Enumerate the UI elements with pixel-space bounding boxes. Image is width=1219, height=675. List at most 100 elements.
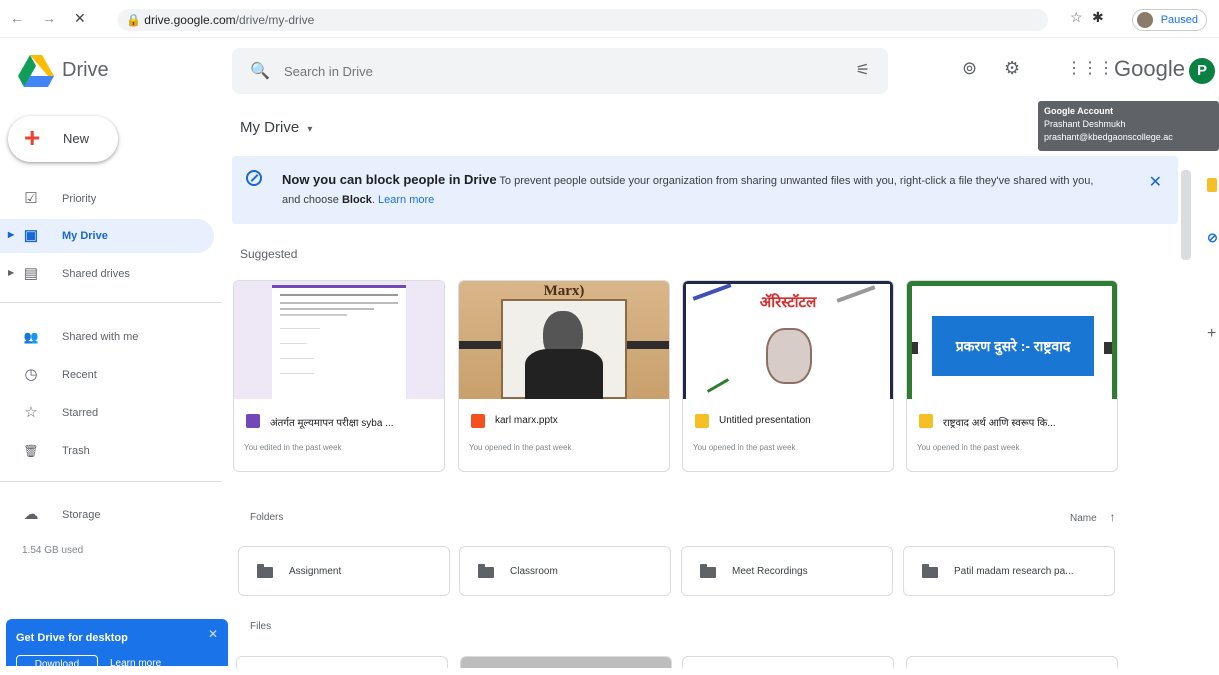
powerpoint-icon bbox=[471, 414, 485, 428]
suggested-file-card[interactable]: प्रकरण दुसरे :- राष्ट्रवाद राष्ट्रवाद अर… bbox=[906, 280, 1118, 472]
tasks-app-icon[interactable]: ⊘ bbox=[1207, 230, 1218, 246]
folders-heading: Folders bbox=[250, 512, 284, 523]
file-card[interactable] bbox=[682, 656, 894, 668]
sidebar-item-storage[interactable]: ☁ Storage bbox=[0, 498, 214, 532]
keep-app-icon[interactable] bbox=[1207, 178, 1217, 192]
google-logo: Google bbox=[1114, 56, 1185, 81]
sidebar-item-priority[interactable]: ☑ Priority bbox=[0, 182, 214, 216]
sidebar-item-label: Shared with me bbox=[62, 331, 139, 343]
new-button-label: New bbox=[63, 131, 90, 146]
search-icon[interactable]: 🔍 bbox=[250, 61, 270, 81]
search-bar[interactable]: 🔍 ⚟ bbox=[232, 48, 888, 94]
folder-name: Patil madam research pa... bbox=[954, 566, 1074, 577]
suggested-file-card[interactable]: अंतर्गत मूल्यमापन परीक्षा syba ... You e… bbox=[233, 280, 445, 472]
sort-control[interactable]: Name ↑ bbox=[1070, 510, 1115, 524]
sidebar-item-label: Trash bbox=[62, 445, 90, 457]
forward-icon[interactable]: → bbox=[42, 10, 56, 26]
star-icon: ☆ bbox=[24, 404, 38, 421]
slide-title: Marx) bbox=[543, 283, 585, 299]
file-name: karl marx.pptx bbox=[495, 415, 558, 426]
tooltip-title: Google Account bbox=[1044, 106, 1114, 116]
promo-title: Get Drive for desktop bbox=[16, 632, 128, 644]
file-thumbnail bbox=[234, 281, 444, 399]
stop-icon[interactable]: ✕ bbox=[74, 10, 86, 27]
trash-icon: 🗑 bbox=[23, 444, 39, 458]
search-options-icon[interactable]: ⚟ bbox=[856, 60, 870, 80]
suggested-file-card[interactable]: Marx) karl marx.pptx You opened in the p… bbox=[458, 280, 670, 472]
plus-icon: + bbox=[24, 122, 41, 153]
folder-icon bbox=[922, 564, 938, 578]
browser-toolbar: ← → ✕ 🔒 drive.google.com/drive/my-drive … bbox=[0, 0, 1219, 38]
folder-card[interactable]: Assignment bbox=[238, 546, 450, 596]
folder-name: Classroom bbox=[510, 566, 558, 577]
folder-card[interactable]: Classroom bbox=[459, 546, 671, 596]
url-host: drive.google.com bbox=[144, 13, 236, 27]
folder-name: Meet Recordings bbox=[732, 566, 808, 577]
url-path: /drive/my-drive bbox=[235, 13, 315, 27]
sidebar-item-label: Starred bbox=[62, 407, 99, 419]
new-button[interactable]: + New bbox=[8, 116, 118, 162]
banner-learn-more-link[interactable]: Learn more bbox=[378, 194, 434, 206]
file-name: अंतर्गत मूल्यमापन परीक्षा syba ... bbox=[270, 418, 394, 429]
sidebar-item-recent[interactable]: ◷ Recent bbox=[0, 358, 214, 392]
apps-grid-icon[interactable]: ⋮⋮⋮ bbox=[1066, 58, 1114, 78]
files-heading: Files bbox=[250, 621, 272, 632]
file-activity: You edited in the past week bbox=[244, 443, 342, 452]
storage-used-text: 1.54 GB used bbox=[22, 545, 84, 556]
sidebar-item-shared-drives[interactable]: ▶ ▤ Shared drives bbox=[0, 257, 214, 291]
shared-with-me-icon: 👥 bbox=[23, 330, 39, 344]
download-button[interactable]: Download bbox=[16, 655, 98, 675]
address-bar[interactable]: 🔒 drive.google.com/drive/my-drive bbox=[118, 9, 1048, 31]
settings-gear-icon[interactable]: ⚙ bbox=[1004, 58, 1020, 79]
expand-caret-icon[interactable]: ▶ bbox=[8, 230, 14, 239]
file-card[interactable] bbox=[906, 656, 1118, 668]
folder-icon bbox=[257, 564, 273, 578]
file-card[interactable] bbox=[236, 656, 448, 668]
file-name: राष्ट्रवाद अर्थ आणि स्वरूप कि... bbox=[943, 418, 1056, 429]
search-input[interactable] bbox=[284, 60, 824, 82]
close-icon[interactable]: ✕ bbox=[1149, 172, 1162, 192]
file-activity: You opened in the past week bbox=[693, 443, 796, 452]
suggested-file-card[interactable]: ॲरिस्टॉटल Untitled presentation You open… bbox=[682, 280, 894, 472]
sidebar-divider bbox=[0, 481, 222, 482]
learn-more-link[interactable]: Learn more bbox=[110, 658, 161, 669]
back-icon[interactable]: ← bbox=[10, 10, 24, 26]
expand-caret-icon[interactable]: ▶ bbox=[8, 268, 14, 277]
sidebar-divider bbox=[0, 302, 222, 303]
google-slides-icon bbox=[919, 414, 933, 428]
suggested-heading: Suggested bbox=[240, 247, 298, 261]
account-avatar[interactable]: P bbox=[1189, 58, 1215, 84]
sidebar-item-trash[interactable]: 🗑 Trash bbox=[0, 434, 214, 468]
sidebar-item-label: Shared drives bbox=[62, 268, 130, 280]
folder-card[interactable]: Meet Recordings bbox=[681, 546, 893, 596]
bust-illustration bbox=[766, 328, 812, 384]
sidebar-item-starred[interactable]: ☆ Starred bbox=[0, 396, 214, 430]
browser-profile-button[interactable]: Paused bbox=[1131, 9, 1207, 31]
folder-icon bbox=[700, 564, 716, 578]
bookmark-star-icon[interactable]: ☆ bbox=[1070, 9, 1083, 26]
sidebar-item-shared-with-me[interactable]: 👥 Shared with me bbox=[0, 320, 214, 354]
form-preview bbox=[272, 285, 406, 399]
drive-logo-icon[interactable] bbox=[18, 55, 54, 87]
profile-status: Paused bbox=[1160, 14, 1198, 26]
folder-card[interactable]: Patil madam research pa... bbox=[903, 546, 1115, 596]
folder-name: Assignment bbox=[289, 566, 342, 577]
cloud-icon: ☁ bbox=[23, 506, 39, 523]
help-icon[interactable]: ⊚ bbox=[962, 58, 977, 79]
tooltip-name: Prashant Deshmukh bbox=[1044, 119, 1126, 129]
page-title[interactable]: My Drive ▾ bbox=[240, 119, 312, 136]
file-card[interactable] bbox=[460, 656, 672, 668]
lock-icon: 🔒 bbox=[126, 13, 145, 27]
file-thumbnail: ॲरिस्टॉटल bbox=[683, 281, 893, 399]
extensions-icon[interactable]: ✱ bbox=[1092, 9, 1104, 26]
file-thumbnail: प्रकरण दुसरे :- राष्ट्रवाद bbox=[907, 281, 1117, 399]
folder-icon bbox=[478, 564, 494, 578]
add-addon-icon[interactable]: + bbox=[1207, 325, 1216, 343]
sort-arrow-up-icon[interactable]: ↑ bbox=[1109, 510, 1115, 524]
scrollbar[interactable] bbox=[1181, 170, 1191, 260]
close-icon[interactable]: ✕ bbox=[208, 627, 218, 641]
app-title[interactable]: Drive bbox=[62, 59, 109, 82]
google-forms-icon bbox=[246, 414, 260, 428]
sidebar-item-my-drive[interactable]: ▶ ▣ My Drive bbox=[0, 219, 214, 253]
browser-avatar bbox=[1136, 12, 1153, 28]
